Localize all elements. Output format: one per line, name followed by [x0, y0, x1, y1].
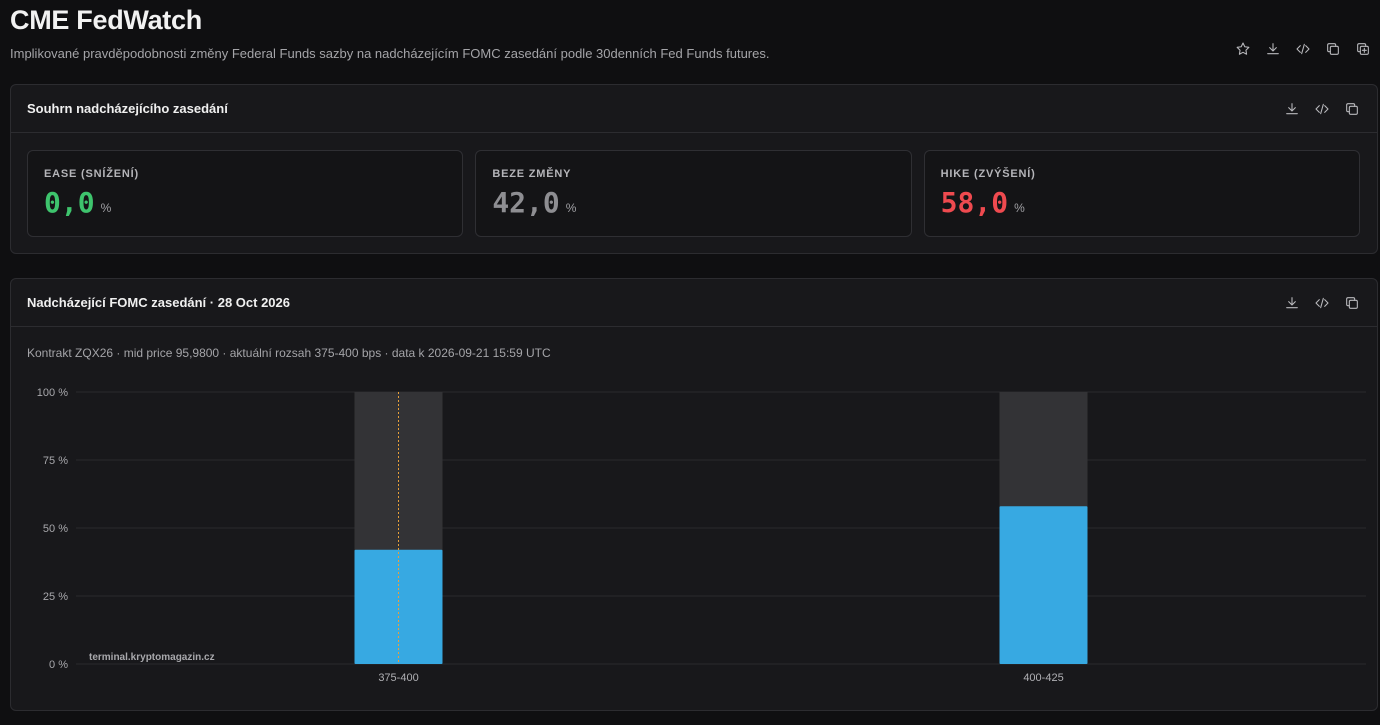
ease-card-value: 0,0: [44, 186, 95, 219]
hike-card-label: HIKE (ZVÝŠENÍ): [940, 168, 1036, 180]
download-icon[interactable]: [1283, 100, 1301, 118]
watermark: terminal.kryptomagazin.cz: [89, 652, 215, 663]
copy-icon[interactable]: [1343, 294, 1361, 312]
meeting-panel: Nadcházející FOMC zasedání · 28 Oct 2026…: [10, 278, 1378, 711]
contract-meta: Kontrakt ZQX26 · mid price 95,9800 · akt…: [27, 346, 551, 360]
summary-panel: Souhrn nadcházejícího zasedání EASE (SNÍ…: [10, 84, 1378, 254]
y-tick-label: 75 %: [43, 455, 68, 467]
code-icon[interactable]: [1313, 294, 1331, 312]
copy-icon[interactable]: [1343, 100, 1361, 118]
y-tick-label: 0 %: [49, 659, 68, 671]
nochange-card-value: 42,0: [492, 186, 560, 219]
page-title: CME FedWatch: [10, 5, 202, 35]
ease-card-label: EASE (SNÍŽENÍ): [44, 168, 139, 180]
nochange-card: BEZE ZMĚNY 42,0 %: [475, 150, 912, 237]
x-tick-label: 400-425: [1023, 672, 1063, 684]
ease-card-unit: %: [100, 201, 112, 215]
nochange-card-label: BEZE ZMĚNY: [492, 168, 572, 180]
summary-panel-header: Souhrn nadcházejícího zasedání: [11, 85, 1377, 133]
meeting-panel-actions: [1283, 294, 1361, 312]
summary-cards: EASE (SNÍŽENÍ) 0,0 % BEZE ZMĚNY 42,0 % H…: [27, 150, 1360, 237]
download-icon[interactable]: [1264, 40, 1282, 58]
hike-card: HIKE (ZVÝŠENÍ) 58,0 %: [923, 150, 1360, 237]
ease-card: EASE (SNÍŽENÍ) 0,0 %: [27, 150, 464, 237]
y-tick-label: 50 %: [43, 523, 68, 535]
nochange-card-unit: %: [565, 201, 577, 215]
bar-375-400: [354, 549, 443, 664]
meeting-panel-header: Nadcházející FOMC zasedání · 28 Oct 2026: [11, 279, 1377, 327]
copy-icon[interactable]: [1324, 40, 1342, 58]
hike-card-unit: %: [1014, 201, 1025, 215]
x-tick-label: 375-400: [378, 672, 418, 684]
code-icon[interactable]: [1294, 40, 1312, 58]
probability-chart: 0 % 25 % 50 % 75 % 100 % 375-400 400-425 termin…: [37, 387, 1366, 684]
code-icon[interactable]: [1313, 100, 1331, 118]
star-icon[interactable]: [1234, 40, 1252, 58]
duplicate-icon[interactable]: [1354, 40, 1372, 58]
meeting-panel-title: Nadcházející FOMC zasedání · 28 Oct 2026: [27, 295, 290, 310]
summary-panel-title: Souhrn nadcházejícího zasedání: [27, 101, 228, 116]
download-icon[interactable]: [1283, 294, 1301, 312]
summary-panel-actions: [1283, 100, 1361, 118]
y-tick-label: 25 %: [43, 591, 68, 603]
page-actions: [1234, 40, 1372, 58]
y-tick-label: 100 %: [37, 387, 68, 399]
page-subtitle: Implikované pravděpodobnosti změny Feder…: [10, 46, 770, 61]
bar-400-425: [999, 506, 1088, 664]
hike-card-value: 58,0: [940, 186, 1009, 219]
